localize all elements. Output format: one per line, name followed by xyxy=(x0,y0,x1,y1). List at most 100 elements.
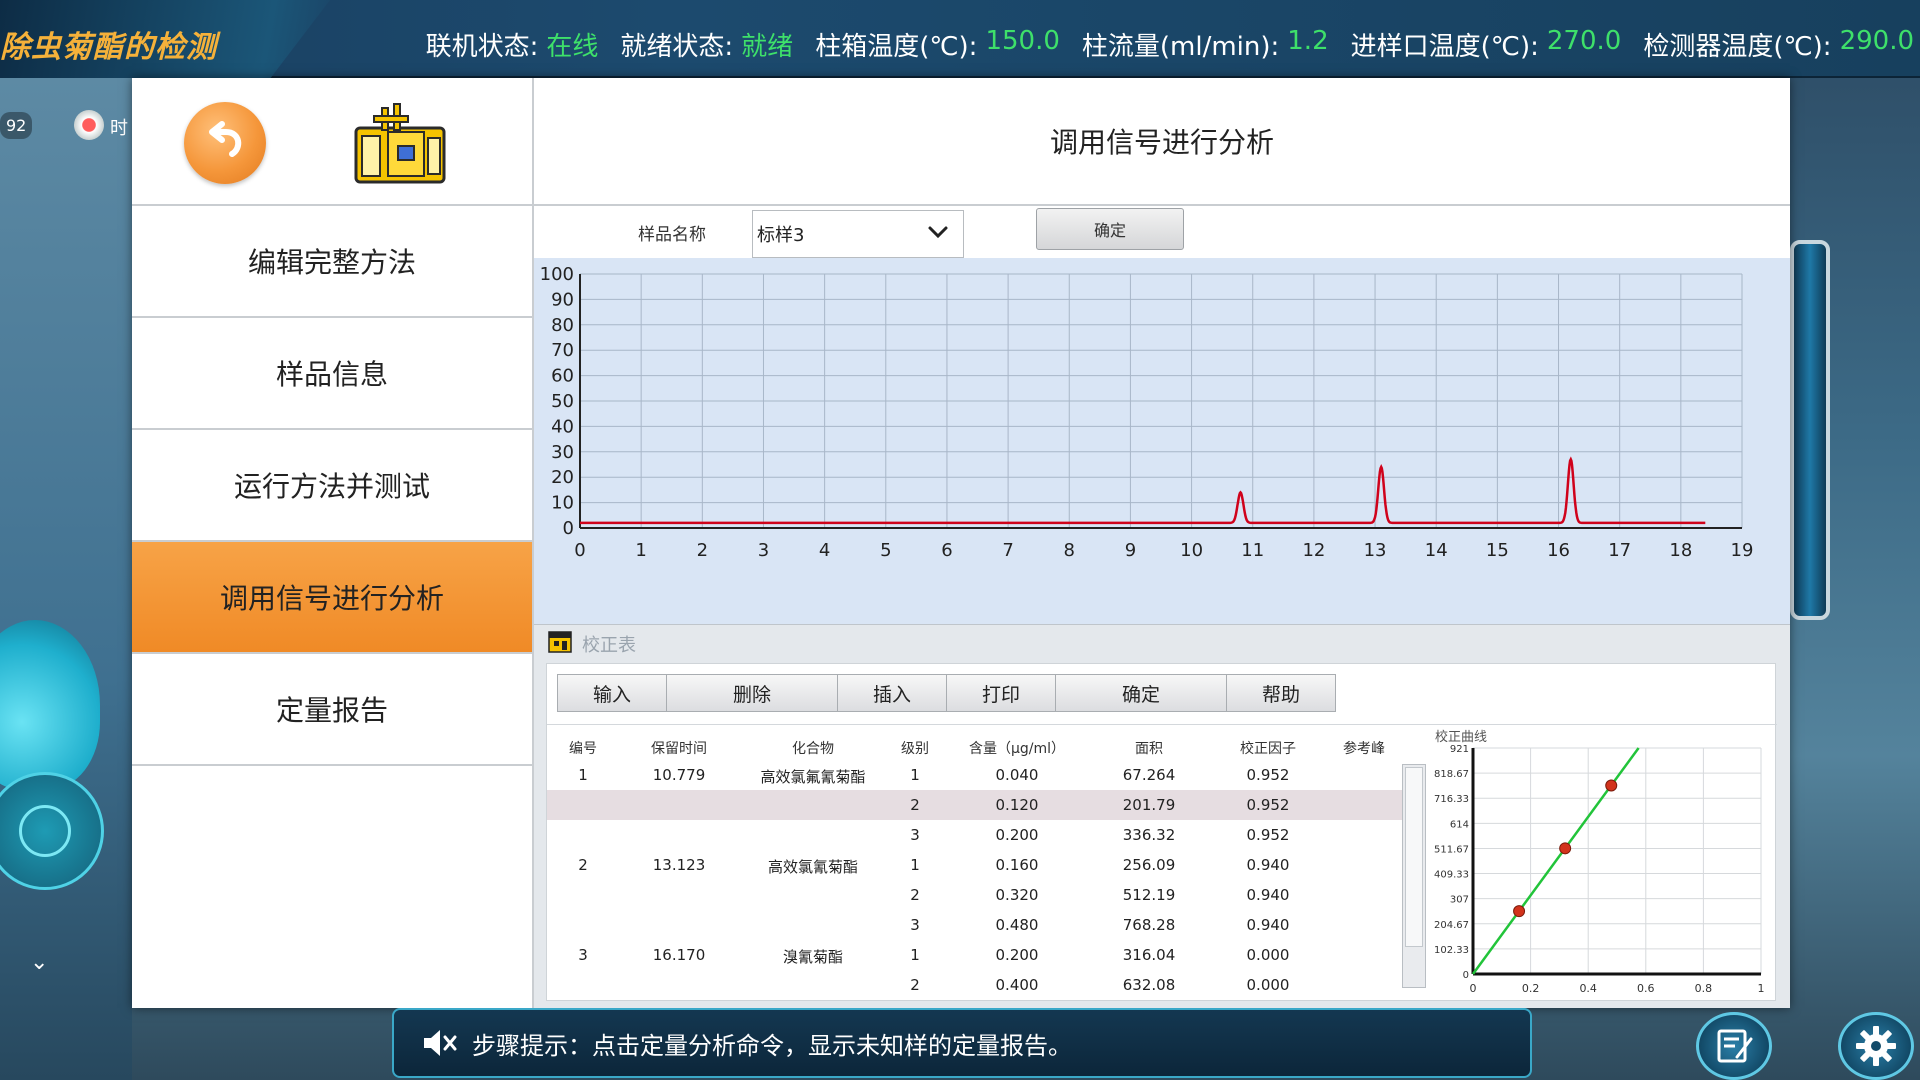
table-cell: 0.940 xyxy=(1246,886,1290,904)
nav-signal-analysis[interactable]: 调用信号进行分析 xyxy=(132,542,532,654)
curve-y-tick: 716.33 xyxy=(1434,794,1469,805)
back-button[interactable] xyxy=(184,102,266,184)
joystick-ring xyxy=(19,805,71,857)
chromatogram-svg: 0 1 2 3 4 5 6 7 8 9 10 11 12 13 14 15 16 17 18 190102030405… xyxy=(540,264,1754,561)
table-cell: 0.940 xyxy=(1246,916,1290,934)
column-header: 级别 xyxy=(901,741,929,757)
input-button[interactable]: 输入 xyxy=(557,674,667,712)
y-tick-label: 40 xyxy=(551,416,574,437)
status-value: 1.2 xyxy=(1287,26,1329,56)
table-row[interactable]: 3 0.480 768.28 0.940 xyxy=(547,910,1407,940)
nav-label: 样品信息 xyxy=(275,358,388,391)
table-cell: 溴氰菊酯 xyxy=(782,948,843,966)
sample-select[interactable]: 标样3 xyxy=(752,210,964,258)
chevron-down-icon xyxy=(928,226,948,239)
table-row[interactable]: 2 0.120 201.79 0.952 xyxy=(547,790,1407,820)
table-cell: 0.400 xyxy=(995,976,1039,994)
table-row[interactable]: 1 10.779 高效氯氟氰菊酯 1 0.040 67.264 0.952 xyxy=(547,760,1407,790)
x-tick-label: 1 xyxy=(635,540,646,561)
table-row[interactable]: 2 0.400 632.08 0.000 xyxy=(547,970,1407,1000)
curve-y-tick: 818.67 xyxy=(1434,769,1469,780)
table-header: 编号 保留时间 化合物 级别 含量（μg/ml） 面积 校正因子 参考峰 xyxy=(547,734,1407,760)
notes-button[interactable] xyxy=(1696,1012,1772,1080)
calibration-curve-svg: 0 0.2 0.4 0.6 0.8 1 0 102.33 204.67 307 409.33 511.… xyxy=(1434,744,1765,995)
curve-y-tick: 307 xyxy=(1450,895,1469,906)
table-cell: 0.940 xyxy=(1246,856,1290,874)
x-tick-label: 12 xyxy=(1302,540,1325,561)
step-hint-bar: 步骤提示：点击定量分析命令，显示未知样的定量报告。 xyxy=(392,1008,1532,1078)
x-tick-label: 16 xyxy=(1547,540,1570,561)
settings-button[interactable] xyxy=(1838,1012,1914,1080)
column-header: 校正因子 xyxy=(1240,741,1296,757)
table-cell: 0.952 xyxy=(1246,826,1290,844)
status-row: 联机状态: 在线 就绪状态: 就绪 柱箱温度(℃): 150.0 柱流量(ml/… xyxy=(426,26,1914,63)
delete-button[interactable]: 删除 xyxy=(666,674,838,712)
nav-label: 编辑完整方法 xyxy=(247,246,416,279)
record-label: 时 xyxy=(110,118,128,139)
status-ready: 就绪状态: 就绪 xyxy=(620,26,793,63)
nav-sample-info[interactable]: 样品信息 xyxy=(132,318,532,430)
table-cell: 3 xyxy=(910,916,920,934)
scrollbar-thumb[interactable] xyxy=(1405,767,1423,947)
y-tick-label: 10 xyxy=(551,493,574,514)
table-cell: 336.32 xyxy=(1122,826,1176,844)
signal-trace xyxy=(580,456,1706,525)
status-label: 就绪状态: xyxy=(620,32,734,62)
nav-label: 运行方法并测试 xyxy=(233,470,430,503)
status-label: 柱箱温度(℃): xyxy=(815,32,978,62)
curve-y-tick: 409.33 xyxy=(1434,870,1469,881)
print-button[interactable]: 打印 xyxy=(946,674,1056,712)
table-cell: 0.120 xyxy=(995,796,1039,814)
speaker-muted-icon[interactable] xyxy=(420,1023,460,1063)
sample-selector-bar: 样品名称 标样3 确定 xyxy=(534,206,1790,258)
nav-quant-report[interactable]: 定量报告 xyxy=(132,654,532,766)
divider xyxy=(547,724,1777,725)
table-row[interactable]: 3 0.200 336.32 0.952 xyxy=(547,820,1407,850)
column-header: 编号 xyxy=(569,741,597,757)
curve-x-tick: 0.2 xyxy=(1522,982,1540,995)
table-row[interactable]: 3 16.170 溴氰菊酯 1 0.200 316.04 0.000 xyxy=(547,940,1407,970)
table-cell: 0.000 xyxy=(1246,976,1290,994)
back-arrow-icon xyxy=(209,121,242,157)
confirm-button[interactable]: 确定 xyxy=(1055,674,1227,712)
column-header: 化合物 xyxy=(792,741,834,757)
x-tick-label: 18 xyxy=(1669,540,1692,561)
sample-name-label: 样品名称 xyxy=(638,225,706,245)
table-cell: 0.160 xyxy=(995,856,1039,874)
table-row[interactable]: 2 13.123 高效氯氰菊酯 1 0.160 256.09 0.940 xyxy=(547,850,1407,880)
nav-edit-method[interactable]: 编辑完整方法 xyxy=(132,206,532,318)
curve-y-tick: 511.67 xyxy=(1434,844,1469,855)
x-tick-label: 15 xyxy=(1486,540,1509,561)
curve-y-tick: 0 xyxy=(1463,970,1469,981)
table-cell: 67.264 xyxy=(1122,766,1176,784)
x-tick-label: 5 xyxy=(880,540,891,561)
table-cell: 0.320 xyxy=(995,886,1039,904)
table-scrollbar[interactable] xyxy=(1402,764,1426,988)
status-oven-temp: 柱箱温度(℃): 150.0 xyxy=(815,26,1060,63)
calibration-curve-title: 校正曲线 xyxy=(1435,730,1488,745)
y-tick-label: 60 xyxy=(551,366,574,387)
x-tick-label: 13 xyxy=(1364,540,1387,561)
notepad-icon xyxy=(1717,1029,1753,1063)
status-online: 联机状态: 在线 xyxy=(426,26,599,63)
calibration-point xyxy=(1559,842,1572,855)
record-icon[interactable] xyxy=(74,110,104,140)
top-status-bar: 除虫菊酯的检测 联机状态: 在线 就绪状态: 就绪 柱箱温度(℃): 150.0… xyxy=(0,0,1920,78)
help-button[interactable]: 帮助 xyxy=(1226,674,1336,712)
confirm-sample-button[interactable]: 确定 xyxy=(1036,208,1184,250)
chevron-down-icon[interactable]: ⌄ xyxy=(30,950,48,975)
curve-y-tick: 204.67 xyxy=(1434,920,1469,931)
calibration-curve: 校正曲线 0 0.2 0.4 0.6 0.8 1 0 102.33 204.67 307 409.3… xyxy=(1431,726,1773,998)
gear-icon xyxy=(1856,1026,1896,1066)
calibration-table-icon xyxy=(548,631,572,653)
table-cell: 0.040 xyxy=(995,766,1039,784)
curve-x-tick: 0.6 xyxy=(1637,982,1655,995)
sidebar: 编辑完整方法 样品信息 运行方法并测试 调用信号进行分析 定量报告 xyxy=(132,78,534,1008)
table-cell: 2 xyxy=(910,976,920,994)
table-cell: 256.09 xyxy=(1122,856,1176,874)
status-label: 联机状态: xyxy=(425,32,539,62)
table-row[interactable]: 2 0.320 512.19 0.940 xyxy=(547,880,1407,910)
insert-button[interactable]: 插入 xyxy=(837,674,947,712)
table-cell: 高效氯氰菊酯 xyxy=(767,858,858,876)
nav-run-method[interactable]: 运行方法并测试 xyxy=(132,430,532,542)
